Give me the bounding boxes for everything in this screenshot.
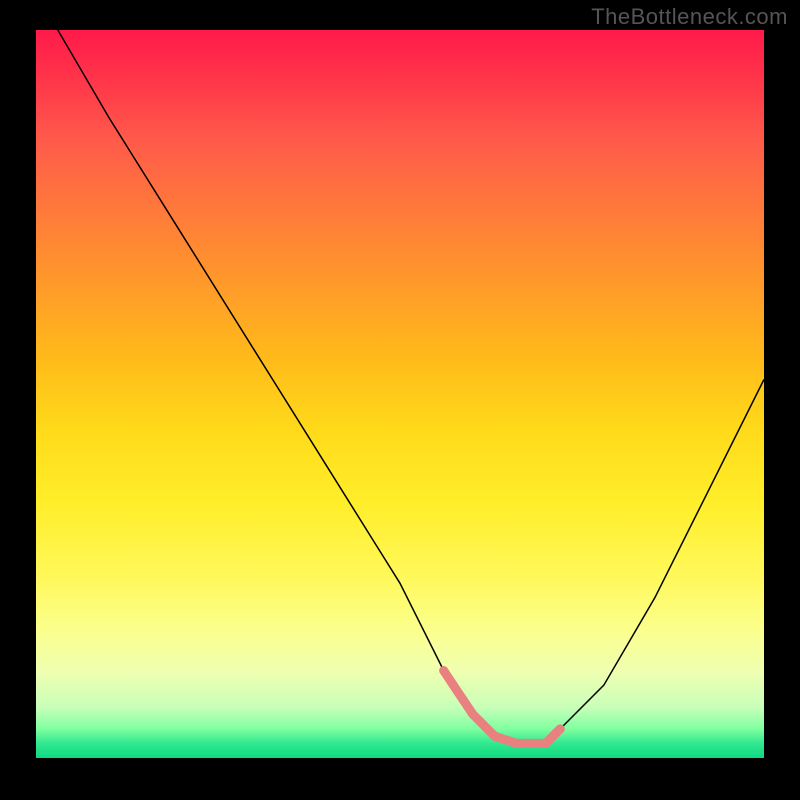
- chart-svg: [36, 30, 764, 758]
- low-segment-markers: [439, 666, 565, 748]
- plot-area: [36, 30, 764, 758]
- watermark-text: TheBottleneck.com: [591, 4, 788, 30]
- curve-line: [58, 30, 764, 743]
